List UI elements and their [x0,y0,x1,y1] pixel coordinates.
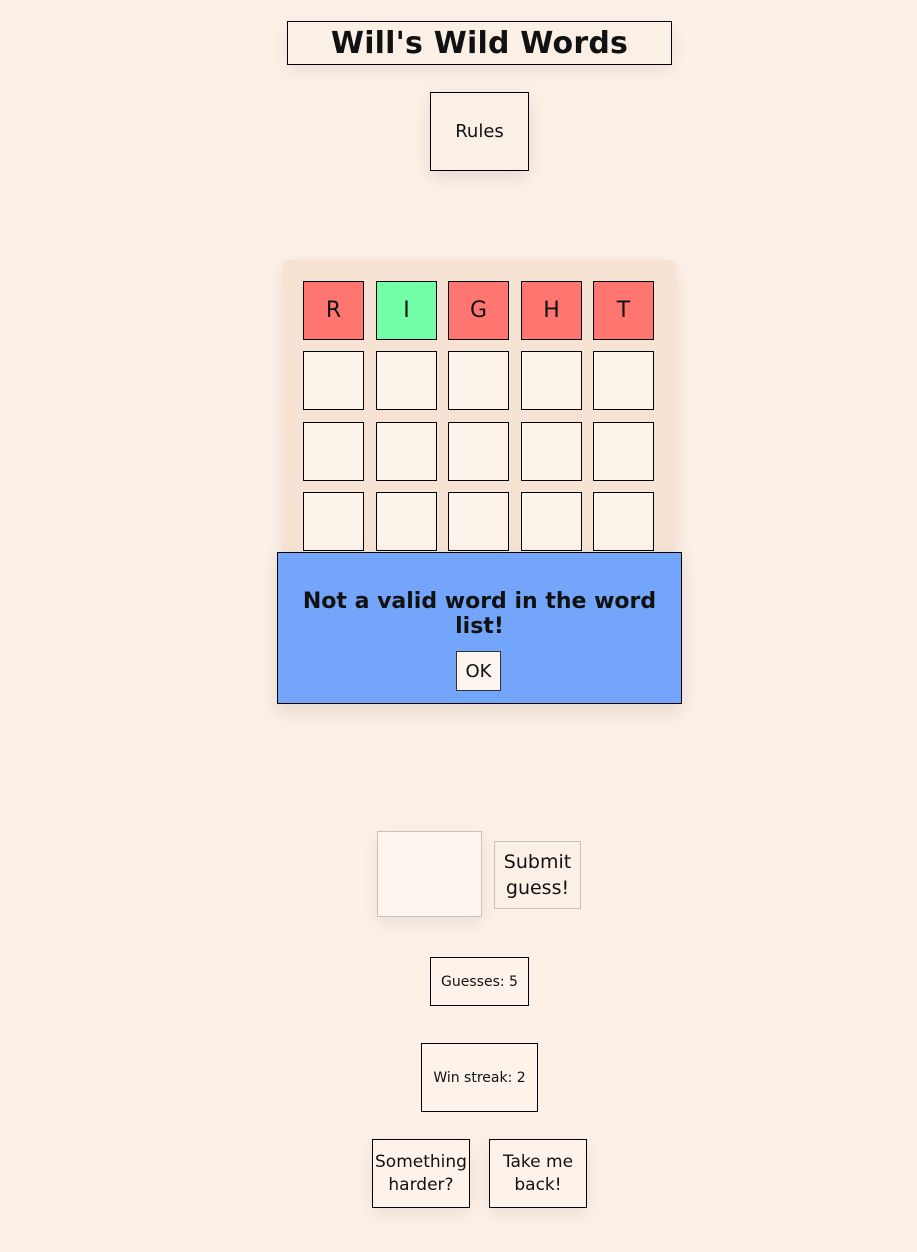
letter-tile [376,351,437,410]
letter-tile: R [303,281,364,340]
letter-tile [448,492,509,551]
letter-tile [303,351,364,410]
page-title: Will's Wild Words [287,21,672,65]
guess-input[interactable] [377,831,482,917]
submit-guess-button[interactable]: Submit guess! [494,841,581,909]
letter-tile [521,422,582,481]
harder-label-line1: Something [375,1151,467,1172]
letter-tile [303,422,364,481]
back-label-line2: back! [514,1174,562,1195]
harder-label-line2: harder? [388,1174,454,1195]
letter-tile [593,422,654,481]
letter-tile [521,492,582,551]
win-streak-counter: Win streak: 2 [421,1043,538,1112]
letter-tile [521,351,582,410]
letter-tile [593,351,654,410]
back-label-line1: Take me [502,1151,574,1172]
game-page: Will's Wild Words Rules RIGHT Not a vali… [0,0,917,1252]
letter-tile: I [376,281,437,340]
submit-label-line1: Submit [503,851,572,873]
letter-tile [448,422,509,481]
ok-button[interactable]: OK [456,651,501,691]
invalid-word-dialog: Not a valid word in the word list! OK [277,552,682,704]
submit-label-line2: guess! [505,877,570,899]
letter-tile [376,422,437,481]
letter-tile [376,492,437,551]
dialog-message: Not a valid word in the word list! [302,589,657,639]
something-harder-button[interactable]: Something harder? [372,1139,470,1208]
letter-tile [448,351,509,410]
letter-tile: H [521,281,582,340]
take-me-back-button[interactable]: Take me back! [489,1139,587,1208]
letter-tile: T [593,281,654,340]
letter-tile [303,492,364,551]
letter-tile [593,492,654,551]
letter-tile: G [448,281,509,340]
game-board: RIGHT [283,260,676,560]
rules-button[interactable]: Rules [430,92,529,171]
guesses-counter: Guesses: 5 [430,957,529,1006]
